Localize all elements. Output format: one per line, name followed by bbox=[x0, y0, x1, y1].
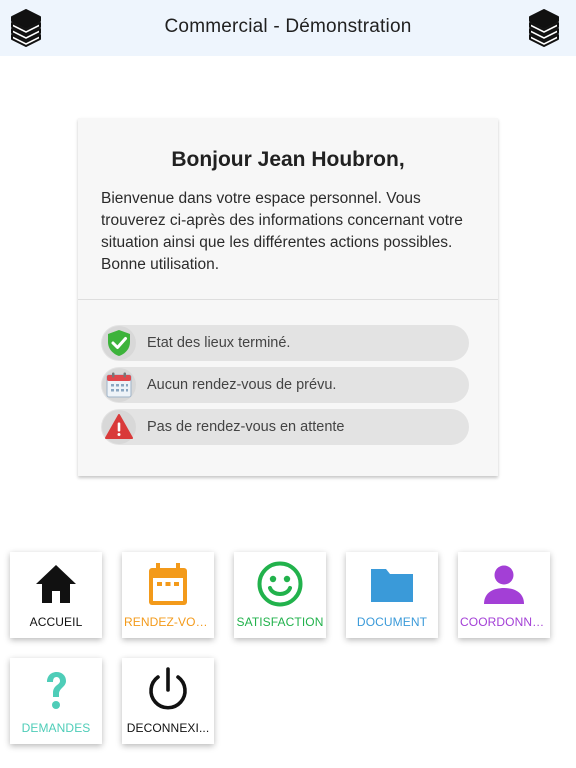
stack-logo-icon[interactable] bbox=[9, 9, 43, 47]
tile-label: SATISFACTION bbox=[236, 615, 324, 629]
smiley-icon bbox=[257, 561, 303, 607]
folder-icon bbox=[371, 569, 413, 602]
menu-tile-coordonnees[interactable]: COORDONNE... bbox=[458, 552, 550, 638]
page-title: Commercial - Démonstration bbox=[164, 16, 412, 37]
status-text: Pas de rendez-vous en attente bbox=[147, 419, 345, 435]
menu-tile-rendez-vous[interactable]: RENDEZ-VOUS bbox=[122, 552, 214, 638]
card-divider bbox=[78, 299, 498, 300]
menu-tile-demandes[interactable]: DEMANDES bbox=[10, 658, 102, 744]
warning-icon bbox=[105, 414, 133, 439]
welcome-message: Bienvenue dans votre espace personnel. V… bbox=[101, 190, 463, 273]
tile-label: DEMANDES bbox=[21, 721, 91, 735]
tile-label: DECONNEXI... bbox=[126, 721, 210, 735]
status-text: Etat des lieux terminé. bbox=[147, 335, 291, 351]
greeting-heading: Bonjour Jean Houbron, bbox=[171, 148, 405, 171]
tile-label: COORDONNE... bbox=[460, 615, 548, 629]
menu-tile-document[interactable]: DOCUMENT bbox=[346, 552, 438, 638]
stack-logo-icon[interactable] bbox=[527, 9, 561, 47]
status-item-inventory: Etat des lieux terminé. bbox=[101, 325, 469, 361]
question-icon bbox=[47, 672, 66, 709]
shield-check-icon bbox=[108, 330, 130, 356]
menu-tile-deconnexion[interactable]: DECONNEXI... bbox=[122, 658, 214, 744]
status-text: Aucun rendez-vous de prévu. bbox=[147, 377, 337, 393]
person-icon bbox=[484, 565, 524, 604]
welcome-card: Bonjour Jean Houbron, Bienvenue dans vot… bbox=[78, 118, 498, 476]
tile-label: ACCUEIL bbox=[29, 615, 83, 629]
tile-label: RENDEZ-VOUS bbox=[124, 615, 212, 629]
menu-tile-accueil[interactable]: ACCUEIL bbox=[10, 552, 102, 638]
status-item-appointment: Aucun rendez-vous de prévu. bbox=[101, 367, 469, 403]
calendar-icon bbox=[106, 372, 132, 398]
status-item-pending: Pas de rendez-vous en attente bbox=[101, 409, 469, 445]
app-header: Commercial - Démonstration bbox=[0, 0, 576, 56]
power-icon bbox=[149, 667, 187, 710]
menu-tile-satisfaction[interactable]: SATISFACTION bbox=[234, 552, 326, 638]
tile-label: DOCUMENT bbox=[356, 615, 428, 629]
home-icon bbox=[36, 565, 76, 603]
calendar-icon bbox=[149, 563, 187, 605]
